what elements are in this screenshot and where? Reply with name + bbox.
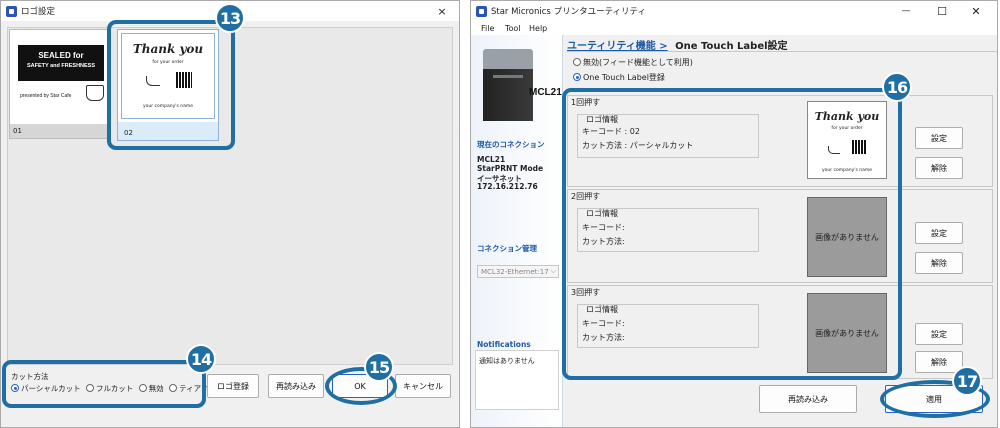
sidebar: MCL21 現在のコネクション MCL21 StarPRNT Mode イーサネ… — [471, 35, 563, 427]
press-1-clear-button[interactable]: 解除 — [915, 157, 963, 179]
radio-selected-icon — [573, 73, 581, 81]
connection-title: 現在のコネクション — [477, 140, 545, 149]
press-3-set-button[interactable]: 設定 — [915, 323, 963, 345]
mode-option-register[interactable]: One Touch Label登録 — [573, 72, 665, 83]
highlight-cut-method — [2, 360, 206, 408]
logo-line-1: SEALED for — [38, 51, 84, 60]
cancel-button[interactable]: キャンセル — [395, 374, 451, 398]
notifications-box: 通知はありません — [475, 350, 559, 410]
menu-file[interactable]: File — [481, 24, 494, 33]
badge-16: 16 — [882, 72, 912, 102]
menu-tool[interactable]: Tool — [505, 24, 521, 33]
mode-option-disabled[interactable]: 無効(フィード機能として利用) — [573, 57, 693, 68]
chevron-down-icon: ⌵ — [550, 267, 556, 275]
logo-register-button[interactable]: ロゴ登録 — [207, 374, 259, 398]
logo-index-01: 01 — [10, 124, 108, 138]
title-bar: Star Micronics プリンタユーティリティ — ☐ ✕ — [471, 1, 997, 21]
breadcrumb-divider — [567, 51, 997, 52]
menu-help[interactable]: Help — [529, 24, 547, 33]
badge-17: 17 — [952, 366, 982, 396]
printer-image: MCL21 — [483, 49, 562, 125]
press-1-set-button[interactable]: 設定 — [915, 127, 963, 149]
app-icon — [6, 5, 17, 17]
notifications-text: 通知はありません — [479, 357, 535, 365]
connection-line-2: StarPRNT Mode — [477, 164, 544, 173]
maximize-button[interactable]: ☐ — [927, 1, 957, 21]
logo-item-01[interactable]: SEALED for SAFETY and FRESHNESS presente… — [9, 29, 109, 139]
notifications-title: Notifications — [477, 340, 531, 349]
connection-management-title: コネクション管理 — [477, 244, 537, 253]
printer-model-label: MCL21 — [529, 87, 562, 98]
highlight-press-sections — [562, 88, 902, 380]
highlight-logo-02 — [107, 20, 235, 150]
badge-15: 15 — [364, 352, 394, 382]
window-title: ロゴ設定 — [21, 7, 56, 17]
connection-line-4: 172.16.212.76 — [477, 182, 538, 191]
window-title: Star Micronics プリンタユーティリティ — [491, 7, 647, 17]
press-2-set-button[interactable]: 設定 — [915, 222, 963, 244]
reload-button[interactable]: 再読み込み — [759, 385, 857, 413]
logo-preview-sealed: SEALED for SAFETY and FRESHNESS — [18, 45, 104, 81]
connection-line-1: MCL21 — [477, 155, 506, 164]
logo-line-3: presented by Star Cafe — [20, 93, 72, 99]
breadcrumb: ユーティリティ機能 > One Touch Label設定 — [567, 37, 788, 52]
cafe-cup-icon — [86, 85, 104, 101]
app-icon — [476, 5, 487, 17]
menu-bar: File Tool Help — [471, 21, 997, 35]
radio-icon — [573, 58, 581, 66]
badge-14: 14 — [186, 344, 216, 374]
connection-select[interactable]: MCL32-Ethernet:17 ⌵ — [477, 265, 559, 278]
minimize-button[interactable]: — — [891, 1, 921, 21]
close-button[interactable]: × — [427, 1, 457, 21]
close-button[interactable]: ✕ — [961, 1, 991, 21]
reload-button[interactable]: 再読み込み — [268, 374, 324, 398]
logo-line-2: SAFETY and FRESHNESS — [26, 63, 96, 69]
badge-13: 13 — [215, 3, 245, 33]
press-2-clear-button[interactable]: 解除 — [915, 252, 963, 274]
